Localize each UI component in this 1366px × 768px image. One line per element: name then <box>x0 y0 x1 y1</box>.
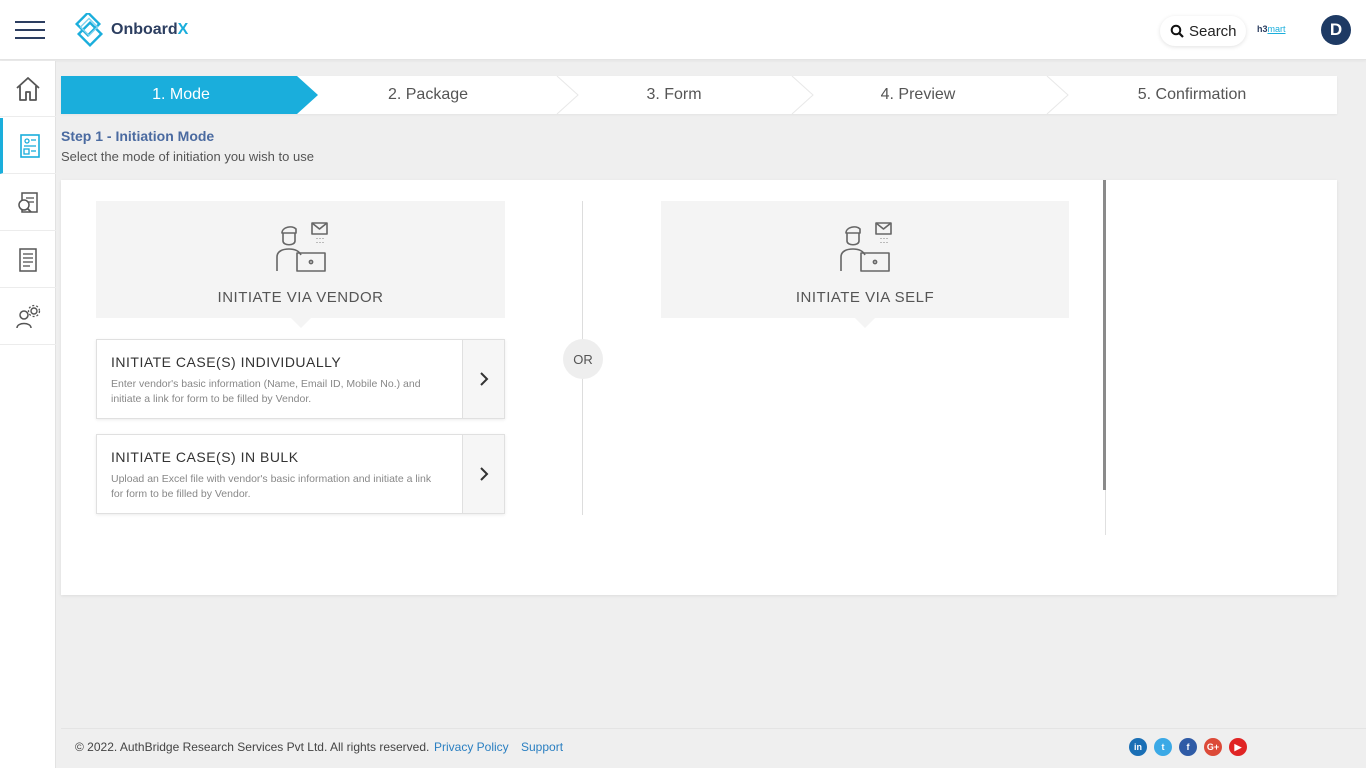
step-form[interactable]: 3. Form <box>578 76 770 114</box>
facebook-icon[interactable]: f <box>1179 738 1197 756</box>
support-link[interactable]: Support <box>521 740 563 754</box>
initiate-individually-option[interactable]: INITIATE CASE(S) INDIVIDUALLY Enter vend… <box>96 339 505 419</box>
case-form-icon <box>19 133 40 158</box>
step-subtitle: Select the mode of initiation you wish t… <box>61 149 314 164</box>
footer: © 2022. AuthBridge Research Services Pvt… <box>61 728 1366 768</box>
onboardx-logo-icon <box>74 13 104 47</box>
sidebar-item-documents[interactable] <box>0 232 56 288</box>
linkedin-icon[interactable]: in <box>1129 738 1147 756</box>
copyright-text: © 2022. AuthBridge Research Services Pvt… <box>75 740 430 754</box>
search-label: Search <box>1189 22 1237 40</box>
search-button[interactable]: Search <box>1160 16 1246 46</box>
user-avatar[interactable]: D <box>1321 15 1351 45</box>
twitter-icon[interactable]: t <box>1154 738 1172 756</box>
option-title: INITIATE CASE(S) INDIVIDUALLY <box>111 354 342 370</box>
step-confirmation[interactable]: 5. Confirmation <box>1068 76 1316 114</box>
document-icon <box>19 247 37 272</box>
partner-suffix: mart <box>1267 24 1286 34</box>
option-title: INITIATE CASE(S) IN BULK <box>111 449 299 465</box>
privacy-policy-link[interactable]: Privacy Policy <box>434 740 509 754</box>
chevron-right-icon[interactable] <box>462 435 504 513</box>
sidebar-item-user-settings[interactable] <box>0 289 56 345</box>
menu-icon[interactable] <box>15 21 45 39</box>
search-icon <box>1170 24 1184 38</box>
brand-name: OnboardX <box>111 21 188 39</box>
initiate-via-vendor-card[interactable]: INITIATE VIA VENDOR <box>96 201 505 328</box>
brand-logo[interactable]: OnboardX <box>72 12 188 48</box>
home-icon <box>16 76 40 101</box>
self-mode-label: INITIATE VIA SELF <box>795 289 935 306</box>
scrollbar-thumb[interactable] <box>1103 180 1106 490</box>
brand-name-text: Onboard <box>111 21 178 38</box>
google-plus-icon[interactable]: G+ <box>1204 738 1222 756</box>
sidebar-item-home[interactable] <box>0 61 56 117</box>
option-description: Enter vendor's basic information (Name, … <box>111 378 421 405</box>
step-title: Step 1 - Initiation Mode <box>61 128 215 144</box>
search-report-icon <box>18 191 38 213</box>
initiation-panel: INITIATE VIA VENDOR INITIATE CASE(S) IND… <box>61 180 1337 595</box>
sidebar-item-reports[interactable] <box>0 175 56 231</box>
youtube-icon[interactable]: ▶ <box>1229 738 1247 756</box>
step-preview[interactable]: 4. Preview <box>813 76 1023 114</box>
card-pointer <box>855 318 875 328</box>
chevron-right-icon[interactable] <box>462 340 504 418</box>
partner-prefix: h3 <box>1257 24 1268 34</box>
card-pointer <box>290 318 311 328</box>
user-settings-icon <box>16 304 41 328</box>
person-laptop-mail-icon <box>275 222 328 272</box>
step-package[interactable]: 2. Package <box>318 76 538 114</box>
sidebar-item-cases[interactable] <box>0 118 56 174</box>
person-laptop-mail-icon <box>840 222 892 272</box>
initiate-via-self-card[interactable]: INITIATE VIA SELF <box>661 201 1069 328</box>
or-separator: OR <box>563 339 603 379</box>
initiate-bulk-option[interactable]: INITIATE CASE(S) IN BULK Upload an Excel… <box>96 434 505 514</box>
option-description: Upload an Excel file with vendor's basic… <box>111 473 432 500</box>
partner-logo[interactable]: h3mart <box>1257 24 1286 34</box>
top-header: OnboardX Search h3mart D <box>0 0 1366 60</box>
vendor-mode-label: INITIATE VIA VENDOR <box>217 289 384 306</box>
brand-suffix: X <box>177 21 189 38</box>
progress-stepper: 1. Mode 2. Package 3. Form 4. Preview 5.… <box>61 76 1337 114</box>
step-mode[interactable]: 1. Mode <box>61 76 301 114</box>
sidebar <box>0 61 56 768</box>
